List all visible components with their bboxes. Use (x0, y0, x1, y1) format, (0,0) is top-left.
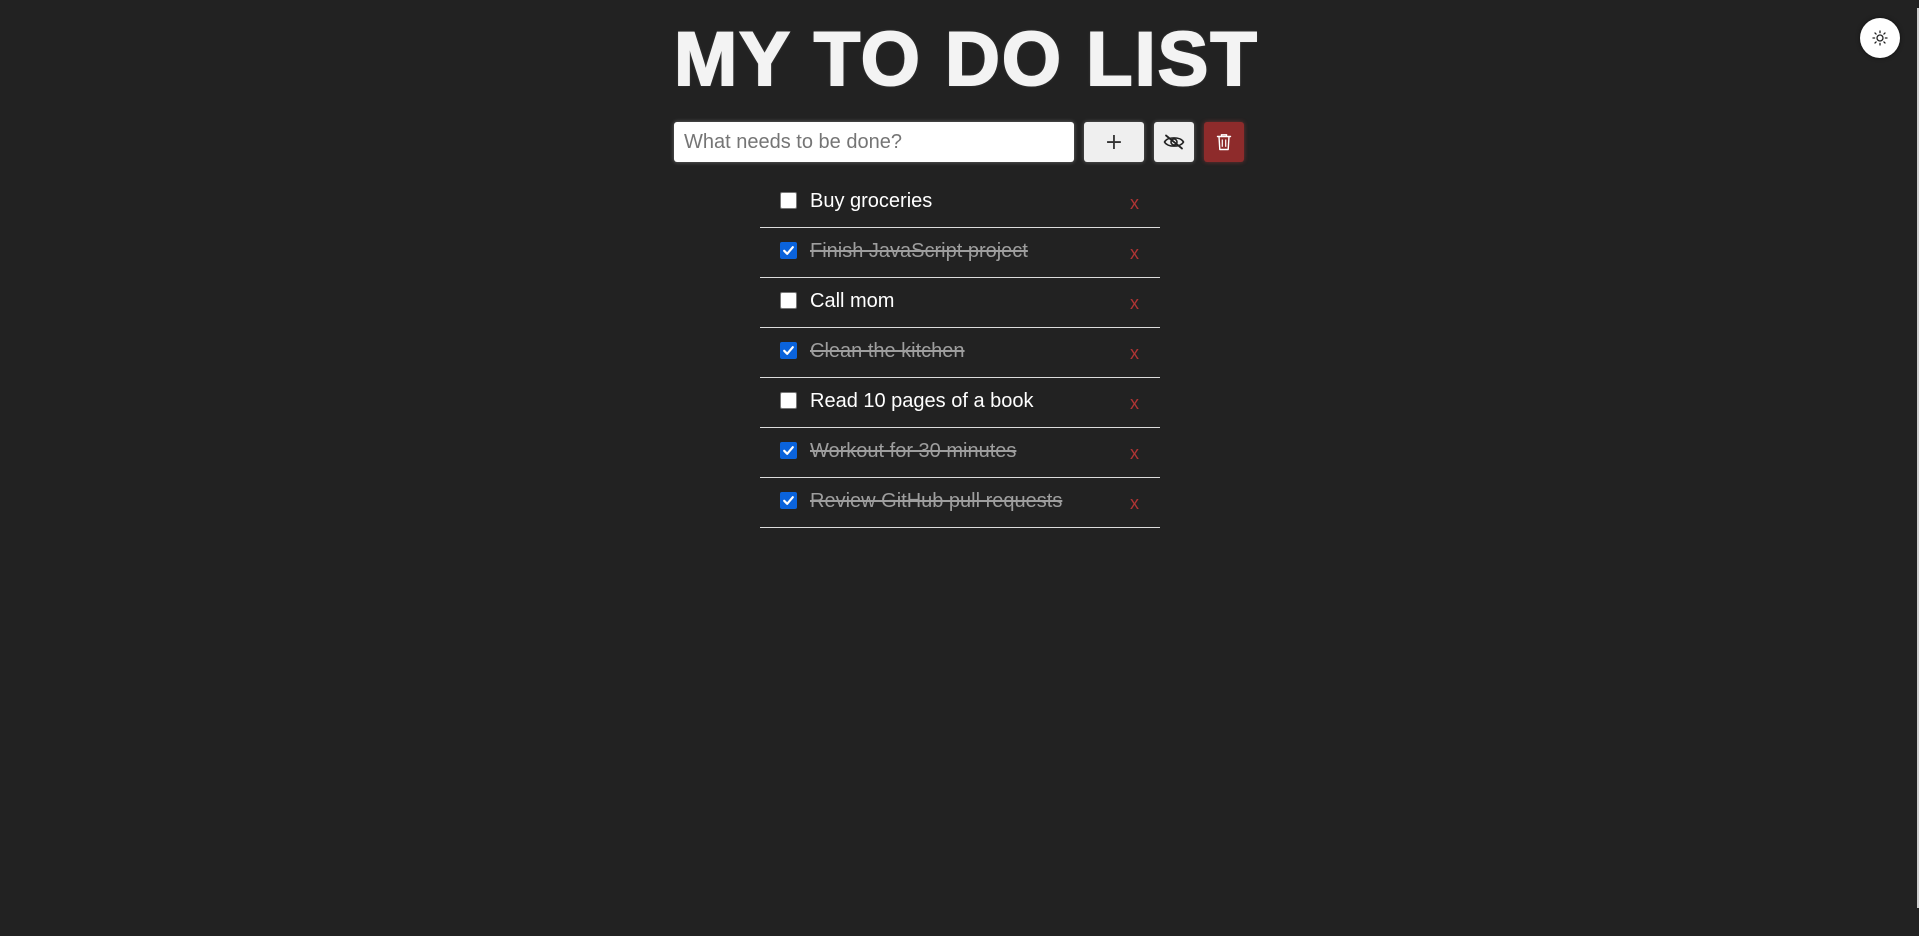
todo-text: Workout for 30 minutes (810, 440, 1017, 462)
delete-task-button[interactable]: x (1130, 242, 1139, 264)
todo-app: MY TO DO LIST + Buy groceries x (0, 0, 1919, 936)
todo-checkbox[interactable] (780, 442, 797, 459)
delete-task-button[interactable]: x (1130, 392, 1139, 414)
delete-task-button[interactable]: x (1130, 492, 1139, 514)
todo-item: Review GitHub pull requests x (760, 478, 1160, 528)
todo-checkbox[interactable] (780, 392, 797, 409)
checkmark-icon (783, 246, 794, 255)
todo-checkbox[interactable] (780, 342, 797, 359)
todo-text: Finish JavaScript project (810, 240, 1028, 262)
eye-slash-icon (1163, 134, 1185, 150)
todo-text: Call mom (810, 290, 895, 312)
trash-icon (1216, 134, 1232, 151)
todo-checkbox[interactable] (780, 492, 797, 509)
todo-checkbox[interactable] (780, 192, 797, 209)
todo-text: Read 10 pages of a book (810, 390, 1034, 412)
todo-item: Buy groceries x (760, 178, 1160, 228)
todo-text: Clean the kitchen (810, 340, 965, 362)
todo-item: Clean the kitchen x (760, 328, 1160, 378)
todo-text: Buy groceries (810, 190, 933, 212)
checkmark-icon (783, 496, 794, 505)
todo-list: Buy groceries x Finish JavaScript projec… (760, 178, 1160, 528)
sun-icon (1872, 30, 1888, 46)
todo-checkbox[interactable] (780, 292, 797, 309)
todo-item: Read 10 pages of a book x (760, 378, 1160, 428)
delete-task-button[interactable]: x (1130, 192, 1139, 214)
theme-toggle-button[interactable] (1860, 18, 1900, 58)
checkmark-icon (783, 446, 794, 455)
delete-task-button[interactable]: x (1130, 292, 1139, 314)
task-toolbar: + (674, 122, 1244, 162)
todo-item: Workout for 30 minutes x (760, 428, 1160, 478)
hide-completed-button[interactable] (1154, 122, 1194, 162)
delete-task-button[interactable]: x (1130, 442, 1139, 464)
todo-item: Finish JavaScript project x (760, 228, 1160, 278)
checkmark-icon (783, 346, 794, 355)
todo-checkbox[interactable] (780, 242, 797, 259)
delete-task-button[interactable]: x (1130, 342, 1139, 364)
new-task-input[interactable] (674, 122, 1074, 162)
add-task-button[interactable]: + (1084, 122, 1144, 162)
todo-text: Review GitHub pull requests (810, 490, 1063, 512)
todo-item: Call mom x (760, 278, 1160, 328)
clear-all-button[interactable] (1204, 122, 1244, 162)
page-title: MY TO DO LIST (673, 17, 1259, 103)
